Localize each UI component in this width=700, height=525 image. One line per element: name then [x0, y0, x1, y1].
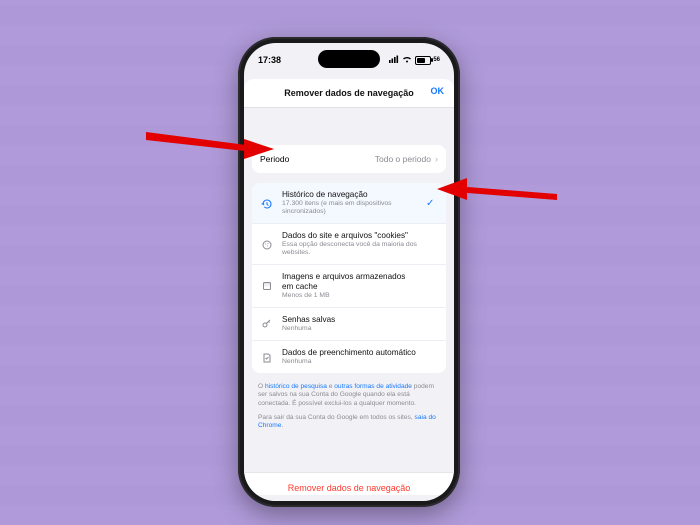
sheet-title: Remover dados de navegação	[284, 88, 414, 98]
data-type-row[interactable]: Histórico de navegação17.300 itens (e ma…	[252, 183, 446, 224]
battery-pct-label: 56	[433, 57, 440, 63]
data-type-row[interactable]: Imagens e arquivos armazenados em cacheM…	[252, 265, 446, 308]
data-type-text: Senhas salvasNenhuma	[282, 315, 418, 333]
data-type-title: Histórico de navegação	[282, 190, 418, 199]
cookie-icon	[260, 238, 274, 251]
data-type-subtitle: 17.300 itens (e mais em dispositivos sin…	[282, 200, 418, 216]
wifi-icon	[402, 55, 412, 65]
checkmark-icon: ✓	[426, 198, 438, 209]
data-types-group: Histórico de navegação17.300 itens (e ma…	[252, 183, 446, 373]
data-type-title: Dados do site e arquivos "cookies"	[282, 231, 418, 240]
battery-icon: 56	[415, 56, 440, 65]
period-group: Periodo Todo o periodo ›	[252, 145, 446, 173]
period-value: Todo o periodo	[375, 154, 431, 164]
chevron-right-icon: ›	[435, 154, 438, 164]
cache-icon	[260, 279, 274, 292]
footer-text: O	[258, 383, 265, 390]
data-type-text: Dados do site e arquivos "cookies"Essa o…	[282, 231, 418, 257]
phone-frame: 17:38 56 Remover dados de navegação OK	[238, 37, 460, 507]
data-type-text: Dados de preenchimento automáticoNenhuma	[282, 348, 418, 366]
phone-screen: 17:38 56 Remover dados de navegação OK	[244, 43, 454, 501]
data-type-text: Histórico de navegação17.300 itens (e ma…	[282, 190, 418, 216]
modal-sheet: Remover dados de navegação OK Periodo To…	[244, 75, 454, 501]
footer-text: Para sair da sua Conta do Google em todo…	[258, 414, 415, 421]
signal-icon	[389, 55, 399, 65]
ok-button[interactable]: OK	[431, 86, 445, 96]
data-type-row[interactable]: Senhas salvasNenhuma	[252, 308, 446, 341]
other-activity-link[interactable]: outras formas de atividade	[334, 383, 412, 390]
data-type-title: Senhas salvas	[282, 315, 418, 324]
dynamic-island	[318, 50, 380, 68]
history-icon	[260, 197, 274, 210]
data-type-subtitle: Nenhuma	[282, 325, 418, 333]
data-type-title: Dados de preenchimento automático	[282, 348, 418, 357]
footer-note-2: Para sair da sua Conta do Google em todo…	[258, 414, 440, 430]
data-type-row[interactable]: Dados de preenchimento automáticoNenhuma	[252, 341, 446, 373]
footer-notes: O histórico de pesquisa e outras formas …	[258, 383, 440, 430]
sheet-header: Remover dados de navegação OK	[244, 79, 454, 108]
data-type-subtitle: Nenhuma	[282, 358, 418, 366]
data-type-title: Imagens e arquivos armazenados em cache	[282, 272, 418, 291]
data-type-subtitle: Essa opção desconecta você da maioria do…	[282, 241, 418, 257]
period-value-wrap: Todo o periodo ›	[375, 154, 438, 164]
sheet-content: Periodo Todo o periodo › Histórico de na…	[244, 135, 454, 501]
data-type-subtitle: Menos de 1 MB	[282, 292, 418, 300]
period-row[interactable]: Periodo Todo o periodo ›	[252, 145, 446, 173]
remove-data-button[interactable]: Remover dados de navegação	[244, 472, 454, 495]
status-time: 17:38	[258, 55, 281, 65]
key-icon	[260, 317, 274, 330]
data-type-row[interactable]: Dados do site e arquivos "cookies"Essa o…	[252, 224, 446, 265]
footer-note-1: O histórico de pesquisa e outras formas …	[258, 383, 440, 408]
status-right: 56	[389, 55, 440, 65]
period-label: Periodo	[260, 154, 289, 164]
search-history-link[interactable]: histórico de pesquisa	[265, 383, 327, 390]
footer-text: .	[281, 422, 283, 429]
data-type-text: Imagens e arquivos armazenados em cacheM…	[282, 272, 418, 300]
autofill-icon	[260, 351, 274, 364]
